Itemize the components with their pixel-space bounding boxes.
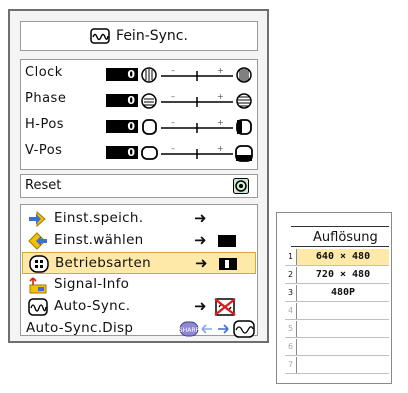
adjustment-panel: Clock 0 – + Phase 0 – + H-Pos 0 – + V-Po… — [20, 59, 258, 170]
option-label: Auto-Sync. — [54, 298, 131, 314]
resolution-value — [297, 321, 389, 337]
resolution-value — [297, 357, 389, 373]
adjust-value-vpos: 0 — [106, 146, 138, 159]
adjust-value-hpos: 0 — [106, 120, 138, 133]
save-setting-icon — [29, 210, 46, 228]
select-setting-icon — [28, 232, 47, 250]
special-modes-icon — [29, 255, 49, 273]
option-save-setting[interactable]: Einst.speich. ➜ — [22, 208, 256, 230]
auto-sync-display-icons: SHARP — [179, 320, 255, 338]
arrow-icon: ➜ — [194, 209, 207, 227]
adjust-value-clock: 0 — [106, 68, 138, 81]
adjust-row-hpos[interactable]: H-Pos 0 – + — [21, 115, 257, 139]
row-number: 3 — [285, 285, 297, 301]
phase-slider[interactable]: – + — [141, 91, 253, 111]
resolution-row: 6 — [285, 339, 389, 356]
option-auto-sync[interactable]: Auto-Sync. ➜ — [22, 296, 256, 318]
option-label: Einst.wählen — [54, 232, 144, 248]
arrow-icon: ➜ — [195, 254, 208, 272]
option-select-setting[interactable]: Einst.wählen ➜ — [22, 230, 256, 252]
option-label: Betriebsarten — [55, 255, 151, 271]
resolution-row: 4 — [285, 303, 389, 320]
adjust-label-hpos: H-Pos — [25, 117, 65, 132]
adjust-row-phase[interactable]: Phase 0 – + — [21, 89, 257, 113]
adjust-row-vpos[interactable]: V-Pos 0 – + — [21, 141, 257, 165]
signal-info-icon — [29, 277, 47, 294]
option-auto-sync-display[interactable]: Auto-Sync.Disp SHARP — [22, 318, 256, 340]
auto-sync-icon — [28, 298, 48, 316]
row-number: 6 — [285, 339, 297, 355]
row-number: 7 — [285, 357, 297, 373]
resolution-table: Auflösung 1 640 × 480 2 720 × 480 3 480P… — [276, 212, 392, 384]
setting-slot-indicator — [218, 235, 236, 247]
adjust-row-clock[interactable]: Clock 0 – + — [21, 63, 257, 87]
adjust-label-vpos: V-Pos — [25, 143, 63, 158]
fine-sync-icon — [90, 28, 110, 44]
option-signal-info[interactable]: Signal-Info — [22, 274, 256, 296]
resolution-value: 480P — [330, 287, 356, 298]
svg-text:+: + — [217, 118, 224, 127]
svg-text:–: – — [171, 66, 175, 75]
option-label: Auto-Sync.Disp — [26, 320, 134, 336]
arrow-icon: ➜ — [194, 297, 207, 315]
svg-text:–: – — [171, 144, 175, 153]
resolution-row[interactable]: 3 480P — [285, 285, 389, 302]
mode-indicator — [219, 258, 237, 270]
option-label: Signal-Info — [54, 276, 130, 292]
header-top-rule — [291, 226, 389, 227]
clock-slider[interactable]: – + — [141, 65, 253, 85]
auto-sync-off-icon — [214, 298, 236, 316]
svg-text:–: – — [171, 92, 175, 101]
option-special-modes[interactable]: Betriebsarten ➜ — [22, 252, 256, 274]
reset-label: Reset — [25, 178, 62, 193]
adjust-value-phase: 0 — [106, 94, 138, 107]
resolution-value — [297, 303, 389, 319]
options-panel: Einst.speich. ➜ Einst.wählen ➜ Betriebsa… — [20, 204, 258, 338]
svg-text:SHARP: SHARP — [179, 327, 200, 334]
resolution-value: 640 × 480 — [297, 249, 389, 265]
hpos-slider[interactable]: – + — [141, 117, 253, 137]
row-number: 5 — [285, 321, 297, 337]
resolution-row: 5 — [285, 321, 389, 338]
resolution-row[interactable]: 1 640 × 480 — [285, 249, 389, 266]
row-number: 4 — [285, 303, 297, 319]
svg-text:–: – — [171, 118, 175, 127]
adjust-label-clock: Clock — [25, 65, 63, 80]
header-rule — [291, 246, 389, 247]
fine-sync-menu: Fein-Sync. Clock 0 – + Phase 0 – + H-Pos… — [8, 9, 269, 343]
resolution-row[interactable]: 2 720 × 480 — [285, 267, 389, 284]
vpos-slider[interactable]: – + — [141, 143, 253, 163]
reset-icon[interactable] — [233, 178, 249, 194]
menu-title: Fein-Sync. — [116, 28, 188, 44]
reset-row[interactable]: Reset — [20, 174, 258, 198]
svg-text:+: + — [217, 92, 224, 101]
svg-text:+: + — [217, 66, 224, 75]
option-label: Einst.speich. — [54, 210, 144, 226]
resolution-header: Auflösung — [313, 230, 378, 245]
resolution-value: 720 × 480 — [315, 269, 371, 280]
arrow-icon: ➜ — [194, 231, 207, 249]
svg-text:+: + — [217, 144, 224, 153]
row-number: 1 — [285, 249, 297, 265]
row-number: 2 — [285, 267, 297, 283]
menu-title-bar: Fein-Sync. — [20, 21, 258, 51]
adjust-label-phase: Phase — [25, 91, 67, 106]
resolution-row: 7 — [285, 357, 389, 374]
resolution-value — [297, 339, 389, 355]
